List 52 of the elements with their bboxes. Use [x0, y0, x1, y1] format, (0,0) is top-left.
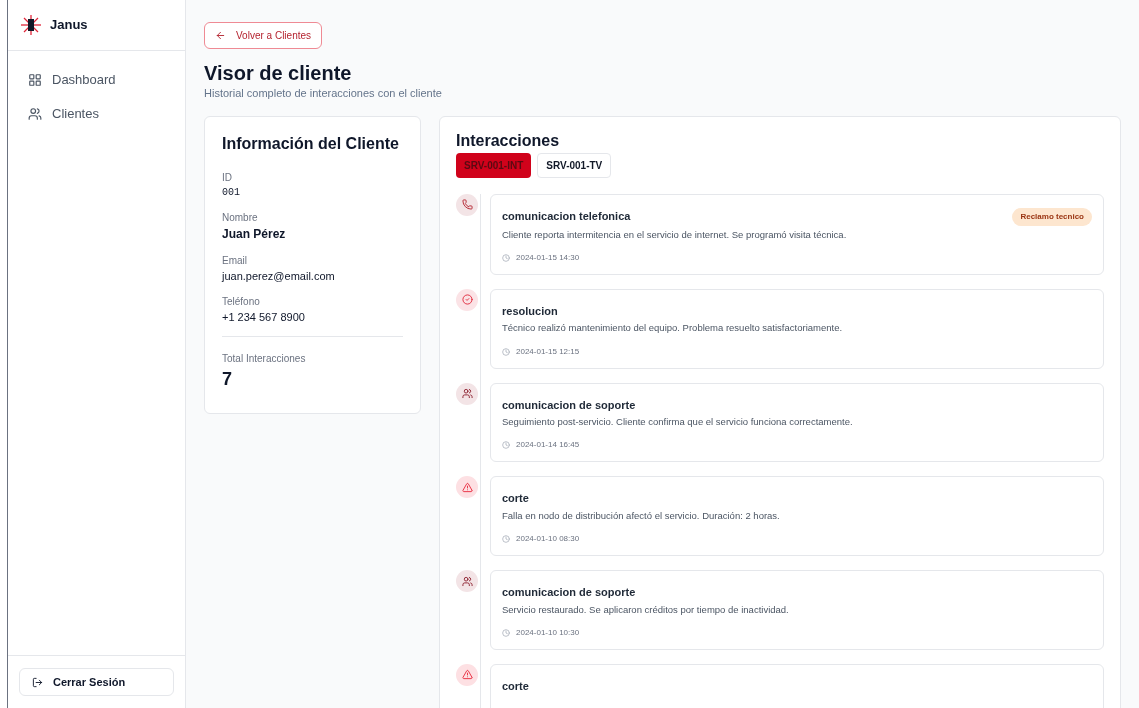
interaction-title: corte [502, 491, 529, 507]
nav-item[interactable]: Clientes [28, 101, 165, 127]
back-button[interactable]: Volver a Clientes [204, 22, 323, 49]
logo-icon [20, 14, 42, 36]
nav-item[interactable]: Dashboard [28, 67, 165, 93]
field-value: juan.perez@email.com [222, 268, 336, 284]
field-value: Juan Pérez [222, 225, 287, 243]
interaction-description: Falla en nodo de distribución afectó el servicio. Duración: 2 horas. [502, 508, 781, 523]
interaction-title: corte [502, 678, 529, 694]
tag: Reclamo tecnico [1012, 207, 1092, 226]
total-count: 7 [222, 367, 233, 391]
clock-icon [502, 628, 510, 637]
interaction-description: Técnico realizó mantenimiento del equipo. Problema resuelto satisfactoriamente. [502, 321, 844, 336]
interaction-title: comunicacion de soporte [502, 585, 636, 600]
page-title: Visor de cliente [204, 61, 353, 85]
card-title: Interacciones [456, 130, 561, 151]
brand-name: Janus [50, 16, 88, 35]
warning-icon [456, 476, 478, 499]
logout-icon [32, 676, 43, 688]
clock-icon [502, 535, 510, 543]
interaction-description: Seguimiento post-servicio. Cliente confirma que el servicio funciona correctamente. [502, 415, 854, 429]
phone-icon [456, 193, 478, 216]
timestamp: 2024-01-10 10:30 [516, 626, 580, 639]
timestamp: 2024-01-15 12:15 [516, 345, 580, 358]
users-icon [456, 570, 478, 592]
field-label: Teléfono [222, 295, 261, 309]
field-value: +1 234 567 8900 [222, 310, 306, 325]
users-icon [456, 382, 478, 405]
field-value: 001 [222, 185, 241, 200]
timestamp: 2024-01-14 16:45 [516, 439, 580, 452]
interaction-title: comunicacion de soporte [502, 397, 636, 413]
timestamp: 2024-01-15 14:30 [516, 251, 580, 264]
interaction-title: comunicacion telefonica [502, 209, 631, 225]
logout-button[interactable]: Cerrar Sesión [19, 668, 174, 696]
arrow-left-icon [215, 30, 226, 41]
field-label: Total Interacciones [222, 351, 307, 366]
clock-icon [502, 253, 510, 262]
warning-icon [456, 663, 478, 686]
users-icon [28, 107, 42, 121]
field-label: Nombre [222, 210, 259, 225]
field-label: Email [222, 253, 248, 268]
service-tab[interactable]: SRV-001-TV [537, 152, 612, 178]
page-subtitle: Historial completo de interacciones con el cliente [204, 86, 443, 101]
timestamp: 2024-01-10 08:30 [516, 533, 580, 545]
interaction-title: resolucion [502, 303, 558, 319]
field-label: ID [222, 170, 233, 185]
interaction-description: Cliente reporta intermitencia en el servicio de internet. Se programó visita técnica. [502, 227, 848, 242]
clock-icon [502, 347, 510, 356]
grid-icon [28, 73, 42, 87]
clock-icon [502, 441, 510, 450]
card-title: Información del Cliente [222, 133, 400, 154]
interaction-description: Servicio restaurado. Se aplicaron créditos por tiempo de inactividad. [502, 602, 790, 617]
